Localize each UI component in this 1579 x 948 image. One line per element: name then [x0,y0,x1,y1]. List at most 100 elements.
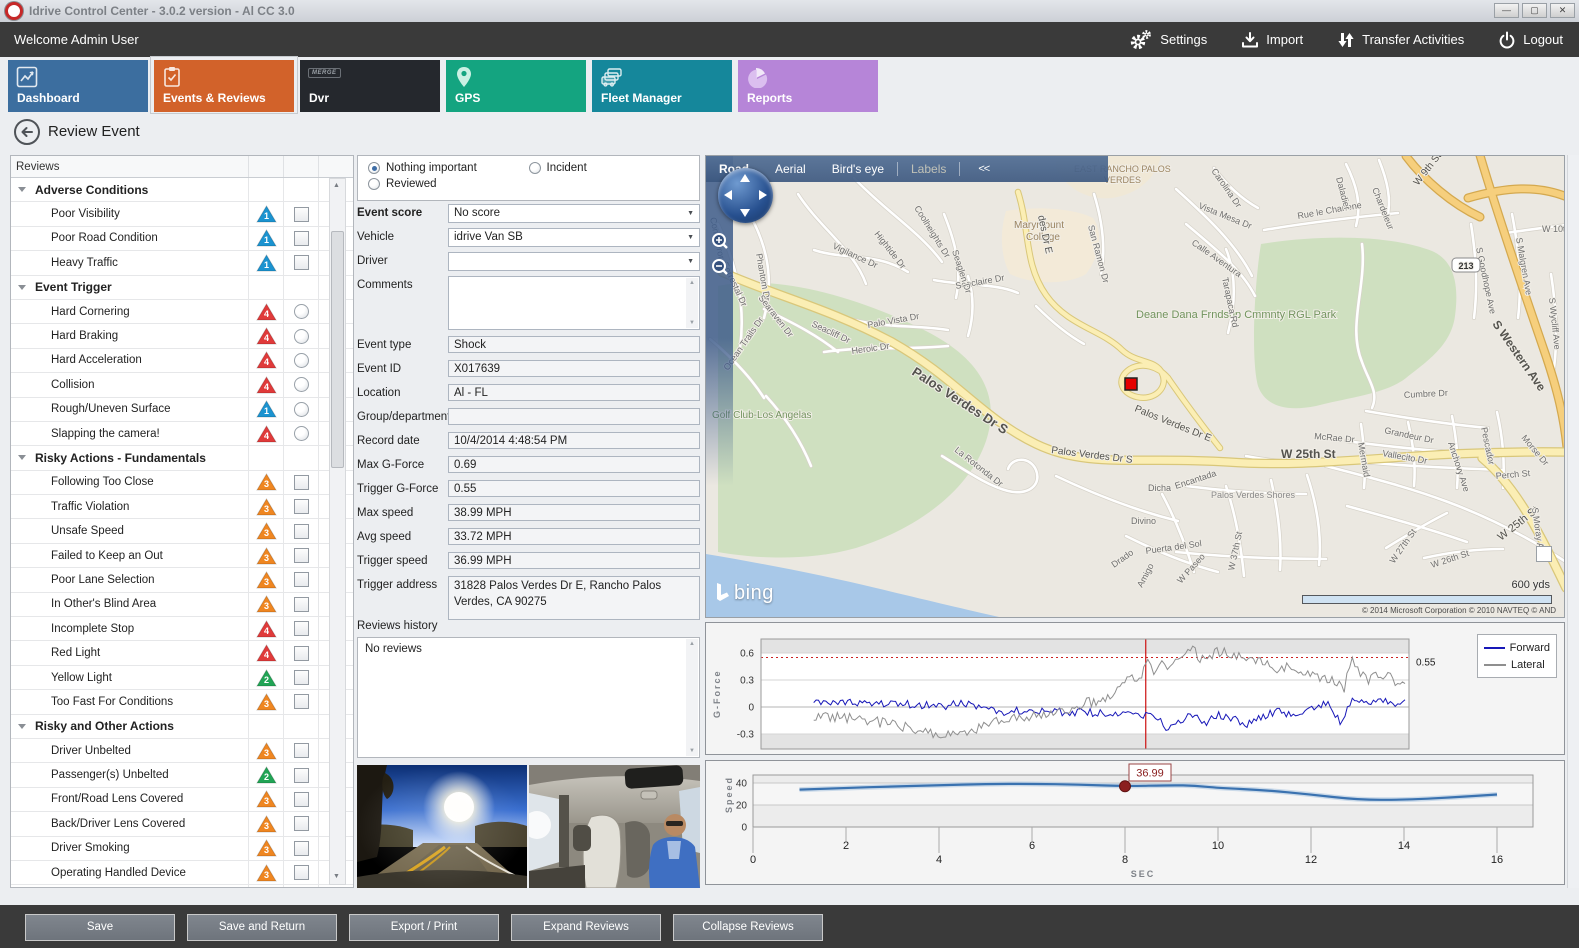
zoom-in-button[interactable] [711,232,730,251]
radio-icon[interactable] [294,329,309,344]
map-collapse-button[interactable]: << [978,163,989,175]
status-option-nothing-important[interactable]: Nothing important [368,162,529,174]
radio-icon[interactable] [294,426,309,441]
checkbox-icon[interactable] [294,499,309,514]
tree-category[interactable]: Risky Actions - Fundamentals [11,446,353,470]
save-and-return-button[interactable]: Save and Return [187,914,337,941]
line-chart-icon [16,66,38,93]
cabin-camera-image[interactable] [529,765,700,888]
map-pan-control[interactable] [718,168,773,223]
event-location-marker[interactable] [1125,378,1137,390]
radio-icon[interactable] [294,377,309,392]
road-camera-image[interactable] [357,765,527,888]
map-control-box[interactable] [1536,546,1552,562]
checkbox-icon[interactable] [294,207,309,222]
pan-left-icon[interactable] [724,190,732,200]
back-button[interactable] [14,119,40,145]
transfer-activities-button[interactable]: Transfer Activities [1337,31,1464,49]
tab-dashboard[interactable]: Dashboard [8,60,148,112]
scroll-down-icon[interactable]: ▼ [330,870,343,884]
tab-events-reviews[interactable]: Events & Reviews [154,60,294,112]
chevron-down-icon[interactable] [18,724,26,729]
tree-category[interactable]: Event Trigger [11,276,353,300]
checkbox-icon[interactable] [294,865,309,880]
field-value[interactable]: ▲▼ [448,276,700,330]
save-button[interactable]: Save [25,914,175,941]
chevron-down-icon[interactable]: ▼ [687,210,694,217]
checkbox-icon[interactable] [294,572,309,587]
radio-icon[interactable] [294,304,309,319]
tree-item: Passenger(s) Unbelted2 [11,763,353,787]
checkbox-icon[interactable] [294,621,309,636]
map-canvas[interactable]: EAST RANCHO PALOSVERDESMarymountCollegeD… [706,156,1565,618]
expand-reviews-button[interactable]: Expand Reviews [511,914,661,941]
tab-gps[interactable]: GPS [446,60,586,112]
tree-scrollbar[interactable]: ▲ ▼ [329,178,346,885]
map-mode-aerial[interactable]: Aerial [762,162,819,176]
map-panel[interactable]: EAST RANCHO PALOSVERDESMarymountCollegeD… [705,155,1565,618]
field-value[interactable]: idrive Van SB▼ [448,228,700,247]
checkbox-icon[interactable] [294,841,309,856]
maximize-icon[interactable]: ▢ [1522,3,1547,18]
tab-reports[interactable]: Reports [738,60,878,112]
tab-dvr[interactable]: MERGEDvr [300,60,440,112]
pan-up-icon[interactable] [740,174,750,182]
tab-fleet-manager[interactable]: Fleet Manager [592,60,732,112]
chevron-down-icon[interactable]: ▼ [687,234,694,241]
svg-text:0.6: 0.6 [740,649,754,660]
checkbox-icon[interactable] [294,524,309,539]
export-print-button[interactable]: Export / Print [349,914,499,941]
tree-scrollbar-thumb[interactable] [331,231,344,468]
close-icon[interactable]: ✕ [1550,3,1575,18]
tree-item: Hard Cornering4 [11,300,353,324]
bing-logo[interactable]: bing [716,582,774,605]
chevron-down-icon[interactable] [18,285,26,290]
pan-right-icon[interactable] [759,190,767,200]
zoom-out-button[interactable] [711,258,730,277]
checkbox-icon[interactable] [294,816,309,831]
checkbox-icon[interactable] [294,792,309,807]
checkbox-icon[interactable] [294,475,309,490]
map-mode-labels[interactable]: Labels [898,162,959,176]
pan-down-icon[interactable] [740,209,750,217]
import-button[interactable]: Import [1241,31,1303,49]
reviews-history-scrollbar[interactable]: ▲ ▼ [686,639,698,756]
scroll-up-icon[interactable]: ▲ [686,641,698,647]
tree-item: Following Too Close3 [11,471,353,495]
field-value[interactable]: No score▼ [448,204,700,223]
checkbox-icon[interactable] [294,670,309,685]
checkbox-icon[interactable] [294,597,309,612]
logout-button[interactable]: Logout [1498,31,1563,49]
checkbox-icon[interactable] [294,646,309,661]
checkbox-icon[interactable] [294,548,309,563]
checkbox-icon[interactable] [294,255,309,270]
field-value[interactable]: ▼ [448,252,700,271]
minimize-icon[interactable]: — [1494,3,1519,18]
chevron-down-icon[interactable]: ▼ [687,258,694,265]
chevron-down-icon[interactable] [18,187,26,192]
scroll-up-icon[interactable]: ▲ [330,179,343,193]
checkbox-icon[interactable] [294,694,309,709]
form-field-event-type: Event typeShock [357,336,700,353]
map-mode-bird-s-eye[interactable]: Bird's eye [819,162,897,176]
checkbox-icon[interactable] [294,743,309,758]
radio-icon[interactable] [294,353,309,368]
svg-text:VERDES: VERDES [1104,175,1141,185]
chevron-down-icon[interactable] [18,455,26,460]
collapse-reviews-button[interactable]: Collapse Reviews [673,914,823,941]
status-option-reviewed[interactable]: Reviewed [368,178,536,190]
settings-button[interactable]: Settings [1129,29,1207,51]
textarea-scrollbar[interactable]: ▲▼ [686,278,698,328]
radio-icon[interactable] [294,402,309,417]
scroll-down-icon[interactable]: ▼ [686,748,698,754]
severity-triangle-icon: 4 [249,349,284,372]
status-option-incident[interactable]: Incident [529,162,690,174]
tree-category[interactable]: Adverse Conditions [11,178,353,202]
checkbox-icon[interactable] [294,231,309,246]
svg-text:3: 3 [263,870,268,880]
window-scrollbar[interactable] [1567,155,1579,888]
reviews-history-content: No reviews [358,638,699,660]
tree-category[interactable]: Risky and Other Actions [11,715,353,739]
severity-triangle-icon: 3 [249,739,284,762]
checkbox-icon[interactable] [294,768,309,783]
